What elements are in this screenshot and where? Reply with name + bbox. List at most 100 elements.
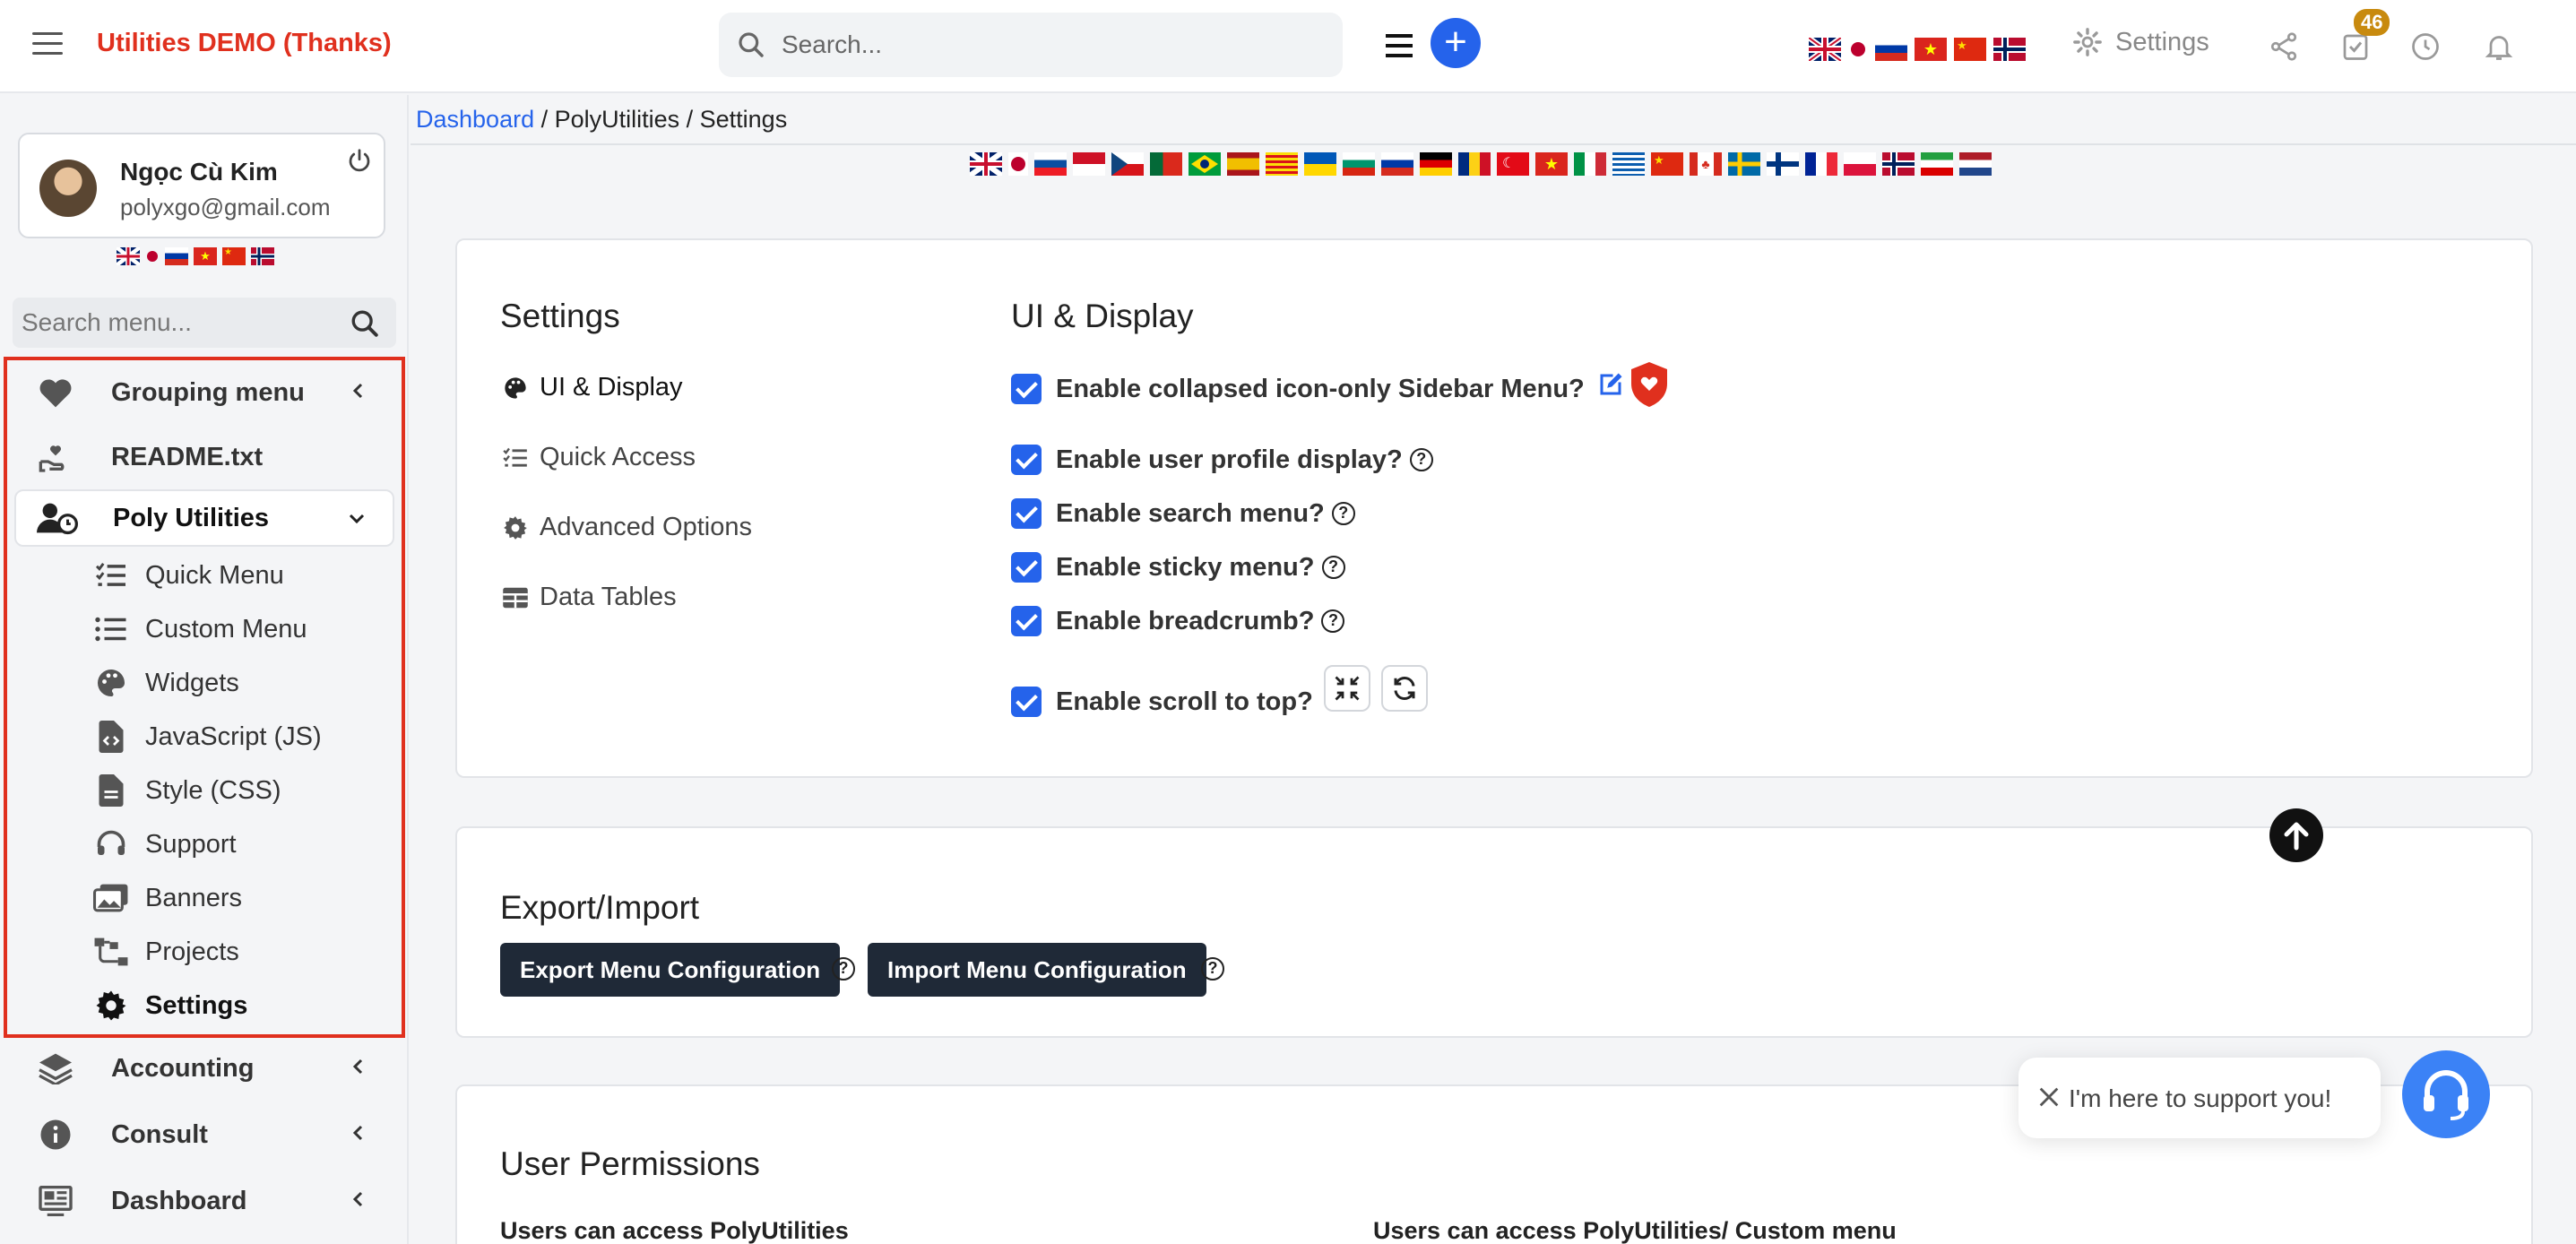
export-menu-button[interactable]: Export Menu Configuration (500, 943, 841, 997)
settings-link[interactable]: Settings (2072, 27, 2209, 57)
close-icon[interactable] (2036, 1084, 2062, 1110)
option-user-profile[interactable]: Enable user profile display? ? (1011, 445, 1433, 475)
flag-it-icon[interactable] (1574, 152, 1606, 176)
flag-es-icon[interactable] (1227, 152, 1259, 176)
search-icon[interactable] (350, 308, 380, 339)
option-scroll-to-top[interactable]: Enable scroll to top? (1011, 660, 1428, 717)
flag-sk-icon[interactable] (1034, 152, 1067, 176)
flag-tr-icon[interactable]: ☾ (1497, 152, 1529, 176)
flag-br-icon[interactable] (1189, 152, 1221, 176)
sidebar-sub-quick-menu[interactable]: Quick Menu (93, 552, 284, 599)
flag-no-icon[interactable] (251, 247, 274, 265)
flag-id-icon[interactable] (1073, 152, 1105, 176)
sidebar-sub-custom-menu[interactable]: Custom Menu (93, 606, 307, 652)
sidebar-item-consult[interactable]: Consult (14, 1106, 394, 1163)
flag-jp-icon[interactable] (145, 247, 160, 265)
flag-bg-icon[interactable] (1343, 152, 1375, 176)
flag-cn-icon[interactable]: ★ (1954, 38, 1986, 61)
clock-icon[interactable] (2409, 30, 2442, 63)
import-menu-button[interactable]: Import Menu Configuration (868, 943, 1206, 997)
option-search-menu[interactable]: Enable search menu? ? (1011, 498, 1355, 529)
flag-fi-icon[interactable] (1767, 152, 1799, 176)
settings-nav-advanced-options[interactable]: Advanced Options (502, 513, 752, 542)
sidebar-item-accounting[interactable]: Accounting (14, 1040, 394, 1097)
breadcrumb-dashboard-link[interactable]: Dashboard (416, 106, 534, 133)
shield-heart-icon[interactable] (1628, 360, 1671, 409)
flag-fr-icon[interactable] (1805, 152, 1837, 176)
sidebar-sub-banners[interactable]: Banners (93, 875, 242, 921)
sidebar-sub-projects[interactable]: Projects (93, 929, 239, 975)
sidebar-sub-javascript[interactable]: JavaScript (JS) (93, 713, 322, 760)
flag-ru-icon[interactable] (165, 247, 188, 265)
flag-se-icon[interactable] (1728, 152, 1760, 176)
menu-search[interactable] (13, 298, 396, 348)
avatar[interactable] (39, 160, 97, 217)
checkbox[interactable] (1011, 374, 1042, 404)
sidebar-sub-support[interactable]: Support (93, 821, 237, 868)
settings-nav-quick-access[interactable]: Quick Access (502, 443, 696, 472)
flag-jp-icon[interactable] (1848, 38, 1868, 61)
flag-ru-icon[interactable] (1875, 38, 1907, 61)
global-search[interactable] (719, 13, 1343, 77)
flag-ca-icon[interactable]: ♣ (1690, 152, 1722, 176)
flag-nl-icon[interactable] (1959, 152, 1992, 176)
flag-cn-icon[interactable]: ★ (222, 247, 246, 265)
edit-icon[interactable] (1597, 371, 1624, 398)
checkbox[interactable] (1011, 606, 1042, 636)
share-icon[interactable] (2268, 30, 2300, 63)
flag-vn-icon[interactable]: ★ (1535, 152, 1568, 176)
flag-vn-icon[interactable]: ★ (194, 247, 217, 265)
flag-gr-icon[interactable] (1612, 152, 1645, 176)
global-search-input[interactable] (782, 25, 1319, 65)
flag-cn-icon[interactable]: ★ (1651, 152, 1683, 176)
flag-ru-icon[interactable] (1381, 152, 1413, 176)
checkbox[interactable] (1011, 445, 1042, 475)
checkbox[interactable] (1011, 552, 1042, 583)
flag-ua-icon[interactable] (1304, 152, 1336, 176)
flag-no-icon[interactable] (1882, 152, 1915, 176)
brand-title[interactable]: Utilities DEMO (Thanks) (97, 29, 392, 58)
scroll-to-top-button[interactable] (2269, 808, 2323, 862)
help-icon[interactable]: ? (1321, 609, 1345, 633)
flag-ir-icon[interactable] (1921, 152, 1953, 176)
checkbox[interactable] (1011, 687, 1042, 717)
bell-icon[interactable] (2483, 30, 2515, 63)
help-icon[interactable]: ? (1331, 502, 1355, 525)
help-icon[interactable]: ? (1201, 957, 1224, 981)
sidebar-toggle-icon[interactable] (32, 32, 63, 57)
help-icon[interactable]: ? (832, 957, 855, 981)
flag-ro-icon[interactable] (1458, 152, 1491, 176)
option-collapsed-sidebar[interactable]: Enable collapsed icon-only Sidebar Menu? (1011, 362, 1671, 409)
flag-uk-icon[interactable] (117, 247, 140, 265)
option-sticky-menu[interactable]: Enable sticky menu? ? (1011, 552, 1345, 583)
checkbox[interactable] (1011, 498, 1042, 529)
power-icon[interactable] (346, 147, 373, 174)
flag-jp-icon[interactable] (1008, 152, 1028, 176)
flag-cz-icon[interactable] (1111, 152, 1144, 176)
user-profile-card[interactable]: Ngọc Cù Kim polyxgo@gmail.com (18, 133, 385, 238)
flag-uk-icon[interactable] (970, 152, 1002, 176)
collapse-arrows-button[interactable] (1323, 665, 1370, 712)
flag-uk-icon[interactable] (1809, 38, 1841, 61)
support-chat-button[interactable] (2402, 1050, 2490, 1138)
refresh-button[interactable] (1380, 665, 1428, 712)
flag-vn-icon[interactable]: ★ (1915, 38, 1947, 61)
menu-list-icon[interactable] (1386, 34, 1413, 64)
sidebar-sub-settings[interactable]: Settings (93, 982, 247, 1029)
add-button[interactable]: + (1431, 18, 1481, 68)
option-breadcrumb[interactable]: Enable breadcrumb? ? (1011, 606, 1345, 636)
sidebar-item-dashboard[interactable]: Dashboard (14, 1172, 394, 1230)
flag-pt-icon[interactable] (1150, 152, 1182, 176)
sidebar-item-readme[interactable]: README.txt (14, 428, 394, 486)
help-icon[interactable]: ? (1321, 556, 1345, 579)
settings-nav-data-tables[interactable]: Data Tables (502, 583, 677, 612)
sidebar-sub-widgets[interactable]: Widgets (93, 660, 239, 706)
sidebar-item-poly-utilities[interactable]: Poly Utilities (14, 489, 394, 547)
flag-ca-es-icon[interactable] (1266, 152, 1298, 176)
sidebar-sub-style-css[interactable]: Style (CSS) (93, 767, 281, 814)
menu-search-input[interactable] (22, 307, 335, 339)
flag-de-icon[interactable] (1420, 152, 1452, 176)
flag-no-icon[interactable] (1993, 38, 2026, 61)
help-icon[interactable]: ? (1409, 448, 1433, 471)
flag-pl-icon[interactable] (1844, 152, 1876, 176)
